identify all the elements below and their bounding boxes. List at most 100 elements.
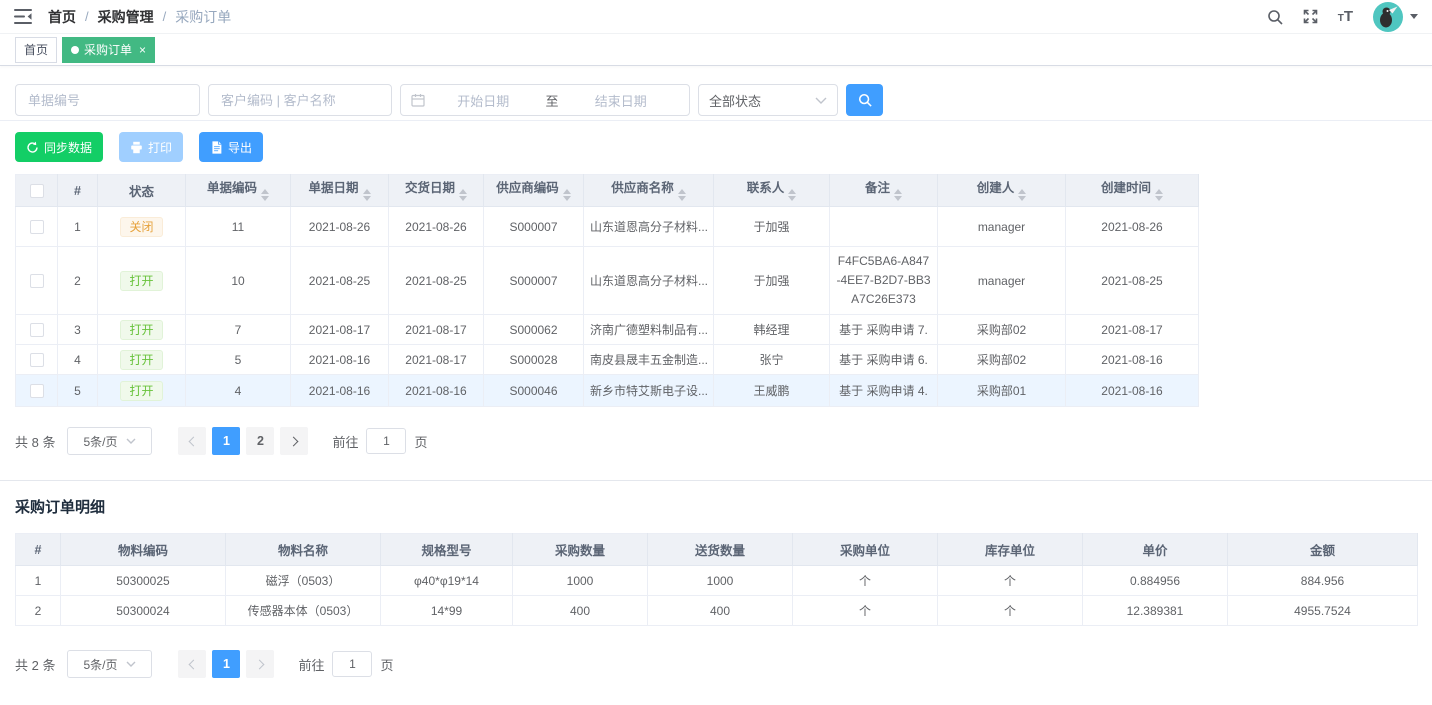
column-label: 创建人 [977,181,1015,195]
contact-name: 于加强 [714,207,830,247]
next-page-button[interactable] [246,650,274,678]
order-row[interactable]: 1关闭112021-08-262021-08-26S000007山东道恩高分子材… [16,207,1199,247]
detail-row[interactable]: 150300025磁浮（0503）φ40*φ19*1410001000个个0.8… [16,566,1418,596]
status-select[interactable]: 全部状态 [698,84,838,116]
details-pagination: 共 2 条 5条/页 1 前往 页 [15,650,1417,678]
orders-column-header[interactable]: 创建时间 [1066,175,1199,207]
search-icon [1267,9,1283,25]
orders-column-header[interactable]: 备注 [830,175,938,207]
row-checkbox[interactable] [30,323,44,337]
page-number-button[interactable]: 1 [212,650,240,678]
font-size-icon[interactable]: TT [1338,9,1353,24]
orders-column-header[interactable]: 交货日期 [389,175,484,207]
breadcrumb-item-purchase-mgmt[interactable]: 采购管理 [98,7,154,27]
tab-home[interactable]: 首页 [15,37,57,63]
document-icon [210,141,223,154]
orders-column-header[interactable]: 联系人 [714,175,830,207]
customer-input[interactable] [208,84,392,116]
select-all-cell [16,175,58,207]
order-row[interactable]: 4打开52021-08-162021-08-17S000028南皮县晟丰五金制造… [16,345,1199,375]
orders-table-body: 1关闭112021-08-262021-08-26S000007山东道恩高分子材… [16,207,1199,407]
goto-label: 前往 [298,655,324,674]
orders-column-header[interactable]: 创建人 [938,175,1066,207]
supplier-name: 新乡市特艾斯电子设... [584,375,714,407]
orders-column-header[interactable]: 单据日期 [291,175,389,207]
order-status-cell: 打开 [98,247,186,315]
goto-page-input[interactable] [366,428,406,454]
row-checkbox[interactable] [30,220,44,234]
column-label: 联系人 [747,181,785,195]
amount: 4955.7524 [1228,596,1418,626]
supplier-code: S000046 [484,375,584,407]
column-label: 单据编码 [207,181,257,195]
order-row[interactable]: 3打开72021-08-172021-08-17S000062济南广德塑料制品有… [16,315,1199,345]
column-label: 单据日期 [308,181,358,195]
material-code: 50300025 [61,566,226,596]
prev-page-button[interactable] [178,427,206,455]
row-select-cell [16,375,58,407]
status-tag: 打开 [120,350,162,370]
chevron-right-icon [255,659,265,669]
pagination-total: 共 2 条 [15,655,55,674]
top-navbar: 首页 / 采购管理 / 采购订单 TT [0,0,1432,34]
search-icon [858,93,872,107]
row-checkbox[interactable] [30,274,44,288]
order-row[interactable]: 2打开102021-08-252021-08-25S000007山东道恩高分子材… [16,247,1199,315]
goto-page-input[interactable] [332,651,372,677]
print-button[interactable]: 打印 [119,132,183,162]
select-all-checkbox[interactable] [30,184,44,198]
start-date-placeholder[interactable]: 开始日期 [425,91,542,110]
order-row[interactable]: 5打开42021-08-162021-08-16S000046新乡市特艾斯电子设… [16,375,1199,407]
delivery-date: 2021-08-16 [389,375,484,407]
chevron-left-icon [189,436,199,446]
row-select-cell [16,207,58,247]
chevron-left-icon [189,659,199,669]
row-checkbox[interactable] [30,384,44,398]
detail-row[interactable]: 250300024传感器本体（0503）14*99400400个个12.3893… [16,596,1418,626]
orders-column-header[interactable]: 供应商名称 [584,175,714,207]
creator-name: manager [938,247,1066,315]
fullscreen-button[interactable] [1303,9,1318,24]
row-checkbox[interactable] [30,353,44,367]
order-date: 2021-08-16 [291,375,389,407]
page-number-button[interactable]: 1 [212,427,240,455]
contact-name: 于加强 [714,247,830,315]
order-code: 7 [186,315,291,345]
breadcrumb: 首页 / 采购管理 / 采购订单 [48,7,231,27]
sync-data-button[interactable]: 同步数据 [15,132,103,162]
range-separator: 至 [542,91,563,110]
column-label: 供应商编码 [496,181,559,195]
breadcrumb-item-home[interactable]: 首页 [48,7,76,27]
created-time: 2021-08-16 [1066,375,1199,407]
page-size-select[interactable]: 5条/页 [67,427,152,455]
order-no-input[interactable] [15,84,200,116]
sidebar-toggle-button[interactable] [14,9,32,24]
prev-page-button[interactable] [178,650,206,678]
tab-purchase-order[interactable]: 采购订单 × [62,37,155,63]
page-unit-label: 页 [380,655,393,674]
created-time: 2021-08-17 [1066,315,1199,345]
column-label: 供应商名称 [611,181,674,195]
filter-bar: 开始日期 至 结束日期 全部状态 [0,66,1432,121]
orders-column-header[interactable]: 单据编码 [186,175,291,207]
sort-asc-icon [678,185,686,194]
user-menu[interactable] [1373,2,1418,32]
tab-close-icon[interactable]: × [139,43,146,57]
page-size-select[interactable]: 5条/页 [67,650,152,678]
status-tag: 打开 [120,320,162,340]
search-button[interactable] [846,84,883,116]
header-search-button[interactable] [1267,9,1283,25]
next-page-button[interactable] [280,427,308,455]
details-column-header: 物料编码 [61,534,226,566]
details-column-header: # [16,534,61,566]
details-header-row: #物料编码物料名称规格型号采购数量送货数量采购单位库存单位单价金额 [16,534,1418,566]
user-avatar [1373,2,1403,32]
page-number-button[interactable]: 2 [246,427,274,455]
end-date-placeholder[interactable]: 结束日期 [563,91,680,110]
date-range-picker[interactable]: 开始日期 至 结束日期 [400,84,690,116]
export-button[interactable]: 导出 [199,132,263,162]
chevron-down-icon [126,661,136,667]
sort-desc-icon [1018,196,1026,205]
orders-column-header[interactable]: 供应商编码 [484,175,584,207]
contact-name: 王威鹏 [714,375,830,407]
